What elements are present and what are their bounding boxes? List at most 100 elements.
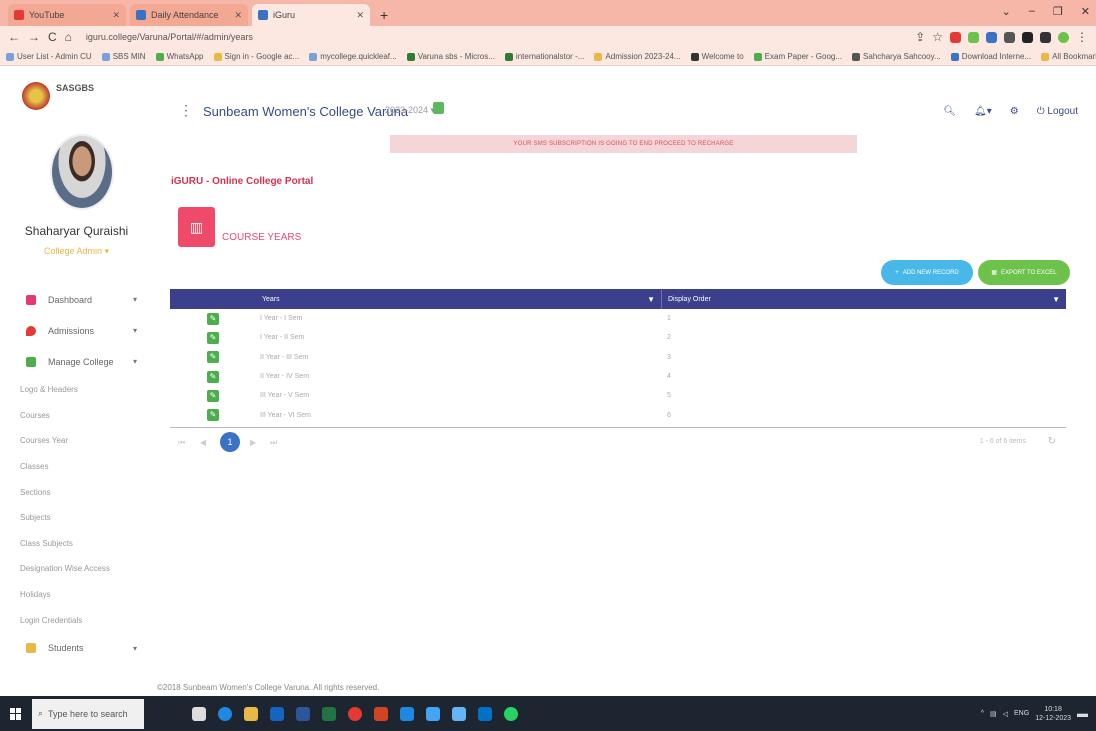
bookmark-item[interactable]: WhatsApp [155, 52, 204, 61]
store-icon[interactable] [452, 706, 466, 721]
minimize-icon[interactable]: – [1029, 5, 1035, 18]
close-icon[interactable]: ✕ [112, 10, 120, 21]
next-page-icon[interactable]: ▶ [250, 438, 256, 447]
bookmark-item[interactable]: SBS MIN [101, 52, 146, 61]
bookmark-item[interactable]: Varuna sbs - Micros... [406, 52, 495, 61]
mail-icon[interactable] [270, 706, 284, 721]
edit-icon[interactable]: ✎ [207, 331, 219, 344]
close-icon[interactable]: ✕ [356, 10, 364, 21]
task-view-icon[interactable] [192, 706, 206, 721]
powerpoint-icon[interactable] [374, 706, 388, 721]
bookmark-item[interactable]: Download Interne... [950, 52, 1031, 61]
chevron-down-icon[interactable]: ⌄ [1002, 5, 1011, 18]
bookmark-item[interactable]: Welcome to [690, 52, 744, 61]
extension-icon[interactable] [968, 31, 979, 43]
edit-icon[interactable]: ✎ [207, 370, 219, 383]
submenu-courses-year[interactable]: Courses Year [0, 428, 153, 454]
url-field[interactable]: iguru.college/Varuna/Portal/#/admin/year… [86, 32, 253, 42]
sidebar-item-manage-college[interactable]: Manage College ▾ [0, 346, 153, 377]
submenu-logo-headers[interactable]: Logo & Headers [0, 377, 153, 403]
submenu-holidays[interactable]: Holidays [0, 582, 153, 608]
close-window-icon[interactable]: ✕ [1081, 5, 1090, 18]
bookmark-item[interactable]: Exam Paper - Goog... [753, 52, 842, 61]
star-icon[interactable]: ☆ [932, 30, 943, 44]
outlook-icon[interactable] [478, 706, 492, 721]
windows-start-icon[interactable] [10, 707, 22, 720]
language-indicator[interactable]: ENG [1014, 710, 1029, 717]
column-header-years[interactable]: Years ▼ [258, 295, 661, 304]
menu-icon[interactable]: ⋮ [1076, 30, 1088, 44]
extension-icon[interactable] [1040, 31, 1051, 43]
save-icon[interactable] [433, 102, 444, 114]
add-new-record-button[interactable]: + ADD NEW RECORD [881, 260, 973, 285]
sidebar-item-students[interactable]: Students ▾ [0, 633, 153, 664]
file-explorer-icon[interactable] [244, 706, 258, 721]
edit-icon[interactable]: ✎ [207, 351, 219, 364]
academic-year-select[interactable]: 2023-2024 ▾ [385, 105, 435, 116]
home-icon[interactable]: ⌂ [65, 30, 72, 44]
export-to-excel-button[interactable]: ▦ EXPORT TO EXCEL [978, 260, 1070, 285]
last-page-icon[interactable]: ⏭ [270, 438, 277, 448]
sidebar-item-admissions[interactable]: Admissions ▾ [0, 315, 153, 346]
extension-icon[interactable] [986, 31, 997, 43]
edit-icon[interactable]: ✎ [207, 389, 219, 402]
extension-icon[interactable] [950, 31, 961, 43]
submenu-classes[interactable]: Classes [0, 454, 153, 480]
edge-icon[interactable] [218, 706, 232, 721]
bookmark-item[interactable]: User List - Admin CU [6, 52, 92, 61]
ie-icon[interactable] [400, 706, 414, 721]
bell-icon[interactable]: 🔔︎▾ [974, 106, 992, 117]
excel-icon[interactable] [322, 706, 336, 721]
filter-icon[interactable]: ▼ [647, 295, 655, 304]
user-role-dropdown[interactable]: College Admin ▾ [0, 246, 153, 257]
search-icon[interactable]: 🔍︎ [943, 106, 956, 117]
submenu-subjects[interactable]: Subjects [0, 505, 153, 531]
submenu-sections[interactable]: Sections [0, 479, 153, 505]
menu-toggle-icon[interactable]: ⋮ [179, 102, 193, 119]
forward-icon[interactable]: → [28, 30, 40, 44]
clock[interactable]: 10:18 12-12-2023 [1035, 705, 1071, 723]
bookmark-item[interactable]: Sign in - Google ac... [213, 52, 299, 61]
network-icon[interactable]: ▤ [990, 710, 997, 718]
page-number-current[interactable]: 1 [220, 432, 240, 452]
browser-tab-youtube[interactable]: YouTube ✕ [8, 4, 126, 26]
column-header-display-order[interactable]: Display Order ▼ [661, 289, 1066, 309]
volume-icon[interactable]: ◁ [1003, 710, 1008, 718]
restore-icon[interactable]: ❐ [1053, 5, 1063, 18]
bookmark-item[interactable]: internationalstor -... [504, 52, 584, 61]
reload-icon[interactable]: C [48, 30, 57, 44]
submenu-designation-wise-access[interactable]: Designation Wise Access [0, 556, 153, 582]
edit-icon[interactable]: ✎ [207, 409, 219, 422]
taskbar-search[interactable]: ⌕ Type here to search [32, 698, 144, 729]
word-icon[interactable] [296, 706, 310, 721]
sidebar-item-dashboard[interactable]: Dashboard ▾ [0, 284, 153, 315]
gear-icon[interactable]: ⚙ [1010, 106, 1019, 117]
bookmark-item[interactable]: Sahcharya Sahcooy... [852, 52, 941, 61]
whatsapp-icon[interactable] [504, 706, 518, 721]
edit-icon[interactable]: ✎ [207, 312, 219, 325]
prev-page-icon[interactable]: ◀ [200, 438, 206, 447]
bookmark-item[interactable]: All Bookmarks [1041, 52, 1096, 61]
new-tab-button[interactable]: + [380, 7, 388, 23]
browser-tab-attendance[interactable]: Daily Attendance ✕ [130, 4, 248, 26]
notifications-icon[interactable]: ▬ [1077, 708, 1088, 720]
submenu-courses[interactable]: Courses [0, 403, 153, 429]
bookmark-item[interactable]: mycollege.quickleaf... [309, 52, 397, 61]
refresh-icon[interactable]: ↻ [1048, 436, 1056, 447]
paint-icon[interactable] [426, 706, 440, 721]
profile-icon[interactable] [1058, 31, 1069, 43]
brand[interactable]: SASGBS [22, 82, 94, 110]
share-icon[interactable]: ⇪ [915, 30, 925, 44]
submenu-login-credentials[interactable]: Login Credentials [0, 607, 153, 633]
extension-icon[interactable] [1004, 31, 1015, 43]
extension-icon[interactable] [1022, 31, 1033, 43]
submenu-class-subjects[interactable]: Class Subjects [0, 531, 153, 557]
filter-icon[interactable]: ▼ [1052, 295, 1060, 304]
first-page-icon[interactable]: ⏮ [178, 438, 185, 448]
close-icon[interactable]: ✕ [234, 10, 242, 21]
back-icon[interactable]: ← [8, 30, 20, 44]
bookmark-item[interactable]: Admission 2023-24... [594, 52, 681, 61]
chrome-icon[interactable] [348, 706, 362, 721]
logout-button[interactable]: ⏻ Logout [1037, 106, 1078, 117]
tray-chevron-icon[interactable]: ^ [981, 710, 984, 717]
